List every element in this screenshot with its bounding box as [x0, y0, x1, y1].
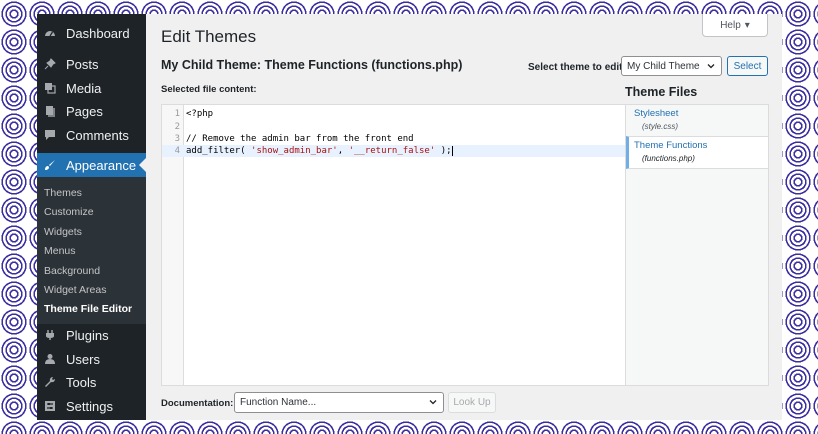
page-title: Edit Themes [161, 27, 257, 46]
submenu-background[interactable]: Background [44, 265, 100, 277]
code-line: 3 // Remove the admin bar from the front… [162, 133, 625, 145]
sidebar-item-comments[interactable]: Comments [37, 123, 146, 147]
chevron-down-icon: ▾ [744, 19, 750, 31]
plug-icon [44, 329, 56, 341]
appearance-submenu: Themes Customize Widgets Menus Backgroun… [37, 177, 146, 324]
select-theme-label: Select theme to edit: [528, 62, 626, 73]
brush-icon [44, 159, 56, 171]
code-token: ); [435, 146, 452, 156]
documentation-select[interactable]: Function Name... [234, 392, 444, 413]
sidebar-item-settings[interactable]: Settings [37, 394, 146, 418]
file-filename: (style.css) [642, 122, 678, 131]
sidebar-item-label: Pages [66, 103, 103, 119]
line-number: 3 [174, 134, 180, 144]
sidebar-item-label: Comments [66, 127, 129, 143]
select-theme-button[interactable]: Select [727, 56, 768, 76]
selected-file-content-label: Selected file content: [161, 84, 257, 95]
file-name-link[interactable]: Theme Functions [634, 140, 768, 151]
documentation-select-value: Function Name... [240, 397, 317, 408]
submenu-theme-file-editor[interactable]: Theme File Editor [44, 303, 132, 315]
sidebar-item-pages[interactable]: Pages [37, 99, 146, 123]
line-number: 1 [174, 109, 180, 119]
chevron-down-icon [429, 400, 437, 405]
look-up-button[interactable]: Look Up [448, 392, 496, 413]
code-string: 'show_admin_bar' [251, 146, 338, 156]
line-number: 4 [174, 146, 180, 156]
pin-icon [44, 58, 56, 70]
line-number: 2 [174, 122, 180, 132]
code-editor[interactable]: 1 <?php 2 3 // Remove the admin bar from… [161, 104, 626, 386]
user-icon [44, 353, 56, 365]
settings-icon [44, 400, 56, 412]
admin-sidebar: Dashboard Posts Media Pages Comments App… [37, 14, 146, 420]
help-label: Help [720, 19, 741, 31]
submenu-customize[interactable]: Customize [44, 206, 94, 218]
comment-icon [44, 129, 56, 141]
dashboard-icon [44, 27, 56, 39]
media-icon [44, 82, 56, 94]
sidebar-item-posts[interactable]: Posts [37, 52, 146, 76]
submenu-widget-areas[interactable]: Widget Areas [44, 284, 106, 296]
code-line: 1 <?php [162, 108, 625, 120]
code-string: '__return_false' [348, 146, 436, 156]
theme-files-panel: Stylesheet (style.css) Theme Functions (… [626, 104, 769, 386]
documentation-label: Documentation: [161, 398, 234, 409]
file-item-theme-functions[interactable]: Theme Functions (functions.php) [626, 136, 768, 169]
submenu-widgets[interactable]: Widgets [44, 226, 82, 238]
sidebar-item-label: Media [66, 80, 102, 96]
page-icon [44, 105, 56, 117]
sidebar-item-label: Posts [66, 56, 99, 72]
sidebar-item-label: Settings [66, 398, 113, 414]
code-line: 2 [162, 121, 625, 133]
theme-select-value: My Child Theme [627, 60, 700, 72]
code-text: <?php [186, 109, 214, 119]
text-cursor [451, 145, 453, 156]
sidebar-item-label: Users [66, 351, 100, 367]
wrench-icon [44, 376, 56, 388]
active-indicator-arrow [139, 158, 146, 172]
main-content: Help ▾ Edit Themes My Child Theme: Theme… [146, 14, 782, 420]
code-token: , [337, 146, 349, 156]
file-title: My Child Theme: Theme Functions (functio… [161, 58, 463, 72]
sidebar-item-tools[interactable]: Tools [37, 370, 146, 394]
file-filename: (functions.php) [642, 154, 695, 163]
sidebar-item-label: Plugins [66, 327, 109, 343]
theme-files-title: Theme Files [625, 85, 698, 99]
sidebar-item-label: Dashboard [66, 25, 130, 41]
code-token: add_filter( [186, 146, 252, 156]
code-line-active: 4 add_filter( 'show_admin_bar', '__retur… [162, 145, 625, 157]
code-comment: // Remove the admin bar from the front e… [186, 134, 414, 144]
chevron-down-icon [707, 64, 715, 69]
submenu-themes[interactable]: Themes [44, 187, 82, 199]
sidebar-item-label: Tools [66, 374, 97, 390]
file-name-link[interactable]: Stylesheet [634, 108, 768, 119]
sidebar-item-users[interactable]: Users [37, 347, 146, 371]
code-text: add_filter( 'show_admin_bar', '__return_… [186, 145, 453, 157]
sidebar-item-media[interactable]: Media [37, 76, 146, 100]
sidebar-item-plugins[interactable]: Plugins [37, 323, 146, 347]
help-tab-button[interactable]: Help ▾ [702, 14, 768, 37]
sidebar-item-appearance[interactable]: Appearance [37, 153, 146, 177]
file-item-stylesheet[interactable]: Stylesheet (style.css) [626, 108, 768, 131]
wp-admin-window: Dashboard Posts Media Pages Comments App… [37, 14, 782, 420]
theme-select[interactable]: My Child Theme [621, 56, 722, 76]
sidebar-item-label: Appearance [66, 157, 137, 173]
sidebar-item-dashboard[interactable]: Dashboard [37, 21, 146, 45]
submenu-menus[interactable]: Menus [44, 245, 76, 257]
